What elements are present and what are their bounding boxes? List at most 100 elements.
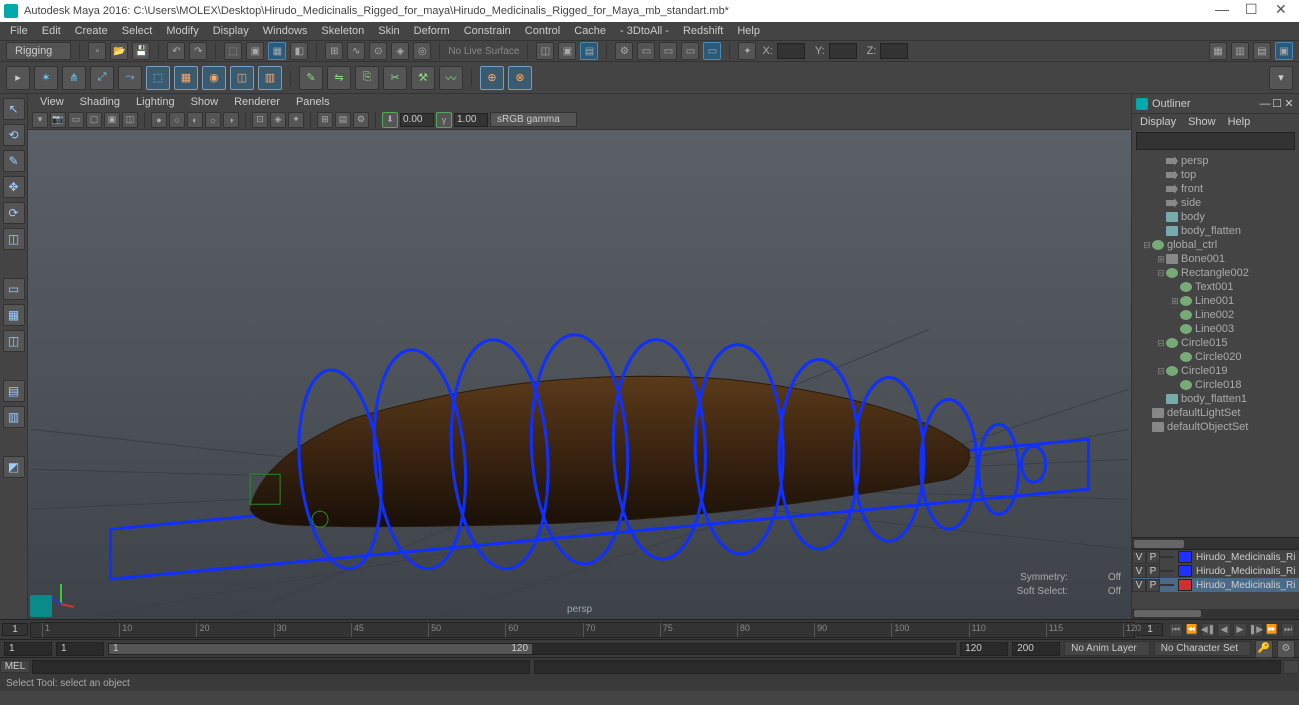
- ipr-icon[interactable]: ▤: [580, 42, 598, 60]
- skeleton-icon[interactable]: ✶: [34, 66, 58, 90]
- lasso-tool[interactable]: ⟲: [3, 124, 25, 146]
- outlmenu-display[interactable]: Display: [1136, 115, 1180, 129]
- snap-plane-icon[interactable]: ◈: [391, 42, 409, 60]
- menu-select[interactable]: Select: [116, 23, 159, 39]
- camera-bookmark-icon[interactable]: 📷: [50, 112, 66, 128]
- display-layer-row[interactable]: VPHirudo_Medicinalis_Ri: [1132, 564, 1299, 578]
- menu-file[interactable]: File: [4, 23, 34, 39]
- layout-single-icon[interactable]: ▭: [3, 278, 25, 300]
- outliner-item[interactable]: ⊟Circle019: [1132, 364, 1299, 378]
- paint-weights-icon[interactable]: ✎: [299, 66, 323, 90]
- layer-color-swatch[interactable]: [1178, 579, 1192, 591]
- camera-select-icon[interactable]: ▾: [32, 112, 48, 128]
- expand-icon[interactable]: ⊟: [1156, 338, 1166, 349]
- outliner-item[interactable]: Circle018: [1132, 378, 1299, 392]
- outliner-item[interactable]: persp: [1132, 154, 1299, 168]
- menu-edit[interactable]: Edit: [36, 23, 67, 39]
- coord-y-field[interactable]: [829, 43, 857, 59]
- outliner-item[interactable]: defaultLightSet: [1132, 406, 1299, 420]
- layer-vis-toggle[interactable]: V: [1132, 565, 1146, 578]
- expand-icon[interactable]: ⊟: [1156, 268, 1166, 279]
- expand-icon[interactable]: ⊟: [1142, 240, 1152, 251]
- gamma-lock-icon[interactable]: γ: [436, 112, 452, 128]
- prefs-icon[interactable]: ⚙: [1277, 640, 1295, 658]
- layer-color-swatch[interactable]: [1178, 551, 1192, 563]
- outliner-item[interactable]: defaultObjectSet: [1132, 420, 1299, 434]
- outliner-item[interactable]: body_flatten1: [1132, 392, 1299, 406]
- panel-layout4-icon[interactable]: ▣: [1275, 42, 1293, 60]
- outliner-item[interactable]: Circle020: [1132, 350, 1299, 364]
- rotate-tool[interactable]: ⟳: [3, 202, 25, 224]
- hammer-icon[interactable]: ⚒: [411, 66, 435, 90]
- playback-end-field[interactable]: 120: [960, 642, 1008, 656]
- gamma-field[interactable]: 1.00: [454, 113, 488, 127]
- xform-icon[interactable]: ✦: [738, 42, 756, 60]
- layers-hscrollbar[interactable]: [1132, 609, 1299, 619]
- snap-live-icon[interactable]: ◎: [413, 42, 431, 60]
- outliner-close-button[interactable]: ✕: [1283, 97, 1295, 110]
- outliner-item[interactable]: top: [1132, 168, 1299, 182]
- maximize-button[interactable]: ☐: [1245, 5, 1257, 17]
- layer-color-swatch[interactable]: [1178, 565, 1192, 577]
- open-scene-icon[interactable]: 📂: [110, 42, 128, 60]
- anim-start-field[interactable]: 1: [4, 642, 52, 656]
- outliner-item[interactable]: ⊞Bone001: [1132, 252, 1299, 266]
- color-space-combo[interactable]: sRGB gamma: [490, 112, 577, 127]
- outliner-item[interactable]: Text001: [1132, 280, 1299, 294]
- step-back-key-button[interactable]: ⏪: [1185, 623, 1199, 637]
- minimize-button[interactable]: —: [1215, 5, 1227, 17]
- expand-icon[interactable]: ⊞: [1156, 254, 1166, 265]
- layer-vis-toggle[interactable]: V: [1132, 551, 1146, 564]
- menu-constrain[interactable]: Constrain: [458, 23, 517, 39]
- textured-icon[interactable]: ◐: [187, 112, 203, 128]
- menu-windows[interactable]: Windows: [257, 23, 314, 39]
- render-icon[interactable]: ▣: [558, 42, 576, 60]
- redo-icon[interactable]: ↷: [189, 42, 207, 60]
- outliner-item[interactable]: ⊟Circle015: [1132, 336, 1299, 350]
- panelmenu-lighting[interactable]: Lighting: [130, 95, 181, 109]
- bind-skin-icon[interactable]: ⬚: [146, 66, 170, 90]
- layout-four-icon[interactable]: ▦: [3, 304, 25, 326]
- close-button[interactable]: ✕: [1275, 5, 1287, 17]
- panel-layout1-icon[interactable]: ▦: [1209, 42, 1227, 60]
- snap-grid-icon[interactable]: ⊞: [325, 42, 343, 60]
- snap-curve-icon[interactable]: ∿: [347, 42, 365, 60]
- paint-select-tool[interactable]: ✎: [3, 150, 25, 172]
- blend-icon[interactable]: ◫: [230, 66, 254, 90]
- sel-object-icon[interactable]: ▣: [246, 42, 264, 60]
- resolution-gate-icon[interactable]: ▣: [104, 112, 120, 128]
- layer-playback-toggle[interactable]: P: [1146, 565, 1160, 578]
- menu-control[interactable]: Control: [519, 23, 566, 39]
- copy-weights-icon[interactable]: ⎘: [355, 66, 379, 90]
- menu-skeleton[interactable]: Skeleton: [315, 23, 370, 39]
- shelf-more-icon[interactable]: ▾: [1269, 66, 1293, 90]
- render-view3-icon[interactable]: ▭: [681, 42, 699, 60]
- new-scene-icon[interactable]: ▫: [88, 42, 106, 60]
- cluster-icon[interactable]: ◉: [202, 66, 226, 90]
- outliner-item[interactable]: Line003: [1132, 322, 1299, 336]
- smooth-icon[interactable]: 〰: [439, 66, 463, 90]
- isolate-icon[interactable]: ⊡: [252, 112, 268, 128]
- move-tool[interactable]: ✥: [3, 176, 25, 198]
- joint-icon[interactable]: ⋔: [62, 66, 86, 90]
- outliner-item[interactable]: body: [1132, 210, 1299, 224]
- panelmenu-panels[interactable]: Panels: [290, 95, 336, 109]
- mirror-weights-icon[interactable]: ⇋: [327, 66, 351, 90]
- lattice-icon[interactable]: ▦: [174, 66, 198, 90]
- construction-history-icon[interactable]: ◫: [536, 42, 554, 60]
- wireframe-icon[interactable]: ○: [169, 112, 185, 128]
- timeline-track[interactable]: 110203045506070758090100110115120: [30, 622, 1135, 638]
- select-tool[interactable]: ↖: [3, 98, 25, 120]
- layer-type-toggle[interactable]: [1160, 570, 1174, 572]
- step-fwd-key-button[interactable]: ⏩: [1265, 623, 1279, 637]
- play-fwd-button[interactable]: ▶: [1233, 623, 1247, 637]
- autokey-icon[interactable]: 🔑: [1255, 640, 1273, 658]
- layout-preset1-icon[interactable]: ▤: [3, 380, 25, 402]
- outliner-tree[interactable]: persptopfrontsidebodybody_flatten⊟global…: [1132, 152, 1299, 537]
- outliner-item[interactable]: ⊟global_ctrl: [1132, 238, 1299, 252]
- range-bar[interactable]: 1 120: [109, 644, 532, 654]
- outliner-item[interactable]: side: [1132, 196, 1299, 210]
- outliner-hscrollbar[interactable]: [1132, 537, 1299, 549]
- outliner-maximize-button[interactable]: ☐: [1271, 97, 1283, 110]
- layer-type-toggle[interactable]: [1160, 584, 1174, 586]
